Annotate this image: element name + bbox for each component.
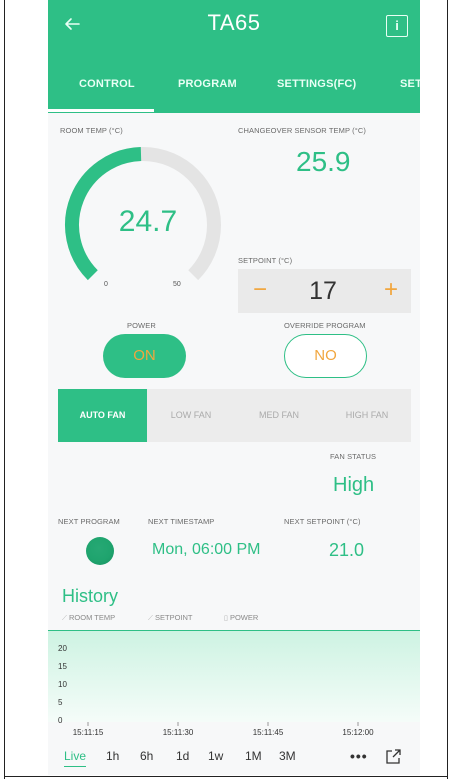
app-screen: TA65 i CONTROL PROGRAM SETTINGS(FC) SET … bbox=[48, 0, 420, 775]
setpoint-label: SETPOINT (°C) bbox=[238, 256, 293, 265]
legend-room-temp-label: ROOM TEMP bbox=[69, 613, 116, 622]
fan-mode-segmented: AUTO FAN LOW FAN MED FAN HIGH FAN bbox=[58, 389, 411, 442]
time-range-3m[interactable]: 3M bbox=[279, 745, 296, 767]
y-tick-label: 10 bbox=[58, 680, 67, 689]
next-program-led bbox=[86, 537, 114, 565]
fan-status-label: FAN STATUS bbox=[330, 452, 377, 461]
power-toggle-button[interactable]: ON bbox=[103, 334, 186, 378]
gauge-max-label: 50 bbox=[173, 281, 181, 288]
next-timestamp-value: Mon, 06:00 PM bbox=[152, 541, 261, 558]
fan-mode-med[interactable]: MED FAN bbox=[235, 389, 323, 442]
x-axis-ticks: 15:11:15 15:11:30 15:11:45 15:12:00 bbox=[73, 722, 374, 737]
next-timestamp-label: NEXT TIMESTAMP bbox=[148, 517, 215, 526]
y-tick-label: 15 bbox=[58, 662, 67, 671]
time-range-live[interactable]: Live bbox=[64, 745, 87, 767]
room-temp-value: 24.7 bbox=[118, 205, 178, 238]
room-temp-label: ROOM TEMP (°C) bbox=[60, 126, 123, 135]
x-tick-label: 15:11:30 bbox=[163, 728, 194, 737]
setpoint-plus-button[interactable]: + bbox=[379, 275, 403, 305]
time-range-1w[interactable]: 1w bbox=[208, 745, 223, 767]
tab-control[interactable]: CONTROL bbox=[79, 66, 135, 113]
time-range-6h[interactable]: 6h bbox=[140, 745, 153, 767]
expand-icon[interactable] bbox=[385, 748, 402, 765]
info-icon[interactable]: i bbox=[386, 15, 408, 37]
fan-status-value: High bbox=[333, 474, 375, 496]
fan-mode-low[interactable]: LOW FAN bbox=[147, 389, 235, 442]
override-toggle-button[interactable]: NO bbox=[284, 334, 367, 378]
tab-program[interactable]: PROGRAM bbox=[178, 66, 237, 113]
fan-mode-high[interactable]: HIGH FAN bbox=[323, 389, 411, 442]
frame-border-left bbox=[4, 0, 5, 779]
legend-power-marker: ▯ bbox=[224, 615, 228, 622]
chart-plot-area bbox=[48, 630, 420, 722]
legend-setpoint-label: SETPOINT bbox=[155, 613, 193, 622]
history-title: History bbox=[62, 586, 119, 606]
next-setpoint-value: 21.0 bbox=[329, 540, 365, 560]
time-range-1d[interactable]: 1d bbox=[176, 745, 189, 767]
frame-border-bottom bbox=[4, 776, 448, 777]
tab-settings-fc[interactable]: SETTINGS(FC) bbox=[277, 66, 356, 113]
app-header: TA65 i CONTROL PROGRAM SETTINGS(FC) SET bbox=[48, 0, 420, 113]
legend-setpoint[interactable]: ⟋ SETPOINT bbox=[148, 613, 193, 623]
tab-bar: CONTROL PROGRAM SETTINGS(FC) SET bbox=[48, 66, 420, 113]
y-tick-label: 0 bbox=[58, 716, 63, 725]
changeover-value: 25.9 bbox=[296, 146, 351, 177]
time-range-bar: ••• Live 1h 6h 1d 1w 1M 3M bbox=[48, 741, 420, 775]
legend-setpoint-marker: ⟋ bbox=[148, 615, 153, 622]
x-tick-label: 15:11:45 bbox=[253, 728, 284, 737]
time-range-1h[interactable]: 1h bbox=[106, 745, 119, 767]
legend-power-label: POWER bbox=[229, 613, 259, 622]
legend-room-temp[interactable]: ⟋ ROOM TEMP bbox=[62, 613, 115, 623]
next-program-label: NEXT PROGRAM bbox=[58, 517, 120, 526]
power-label: POWER bbox=[127, 321, 156, 330]
frame-border-right bbox=[447, 0, 448, 779]
legend-room-temp-marker: ⟋ bbox=[62, 615, 67, 622]
gauge-min-label: 0 bbox=[104, 281, 108, 288]
setpoint-minus-button[interactable]: − bbox=[248, 275, 272, 305]
history-chart[interactable]: 20 15 10 5 0 15:11:15 15:11:30 15:11:45 15:12:0… bbox=[48, 630, 420, 740]
tab-set[interactable]: SET bbox=[400, 66, 420, 113]
next-setpoint-label: NEXT SETPOINT (°C) bbox=[284, 517, 361, 526]
more-options-button[interactable]: ••• bbox=[350, 745, 368, 767]
y-tick-label: 20 bbox=[58, 644, 67, 653]
legend-power[interactable]: ▯ POWER bbox=[224, 613, 258, 622]
setpoint-value: 17 bbox=[309, 277, 337, 305]
override-label: OVERRIDE PROGRAM bbox=[284, 321, 366, 330]
changeover-label: CHANGEOVER SENSOR TEMP (°C) bbox=[238, 126, 366, 135]
x-tick-label: 15:11:15 bbox=[73, 728, 104, 737]
time-range-1m[interactable]: 1M bbox=[245, 745, 262, 767]
setpoint-stepper: − 17 + bbox=[238, 269, 411, 313]
y-tick-label: 5 bbox=[58, 698, 63, 707]
active-tab-indicator bbox=[48, 109, 154, 112]
fan-mode-auto[interactable]: AUTO FAN bbox=[58, 389, 147, 442]
x-tick-label: 15:12:00 bbox=[342, 728, 374, 737]
page-title: TA65 bbox=[207, 10, 261, 35]
